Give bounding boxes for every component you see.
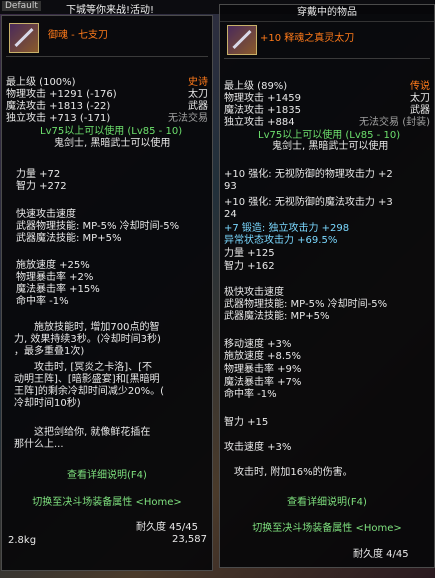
switch-duel-attributes-button[interactable]: 切换至决斗场装备属性 <Home> (2, 493, 212, 508)
stat-strength: 力量 +125 (224, 248, 275, 259)
magic-crit: 魔法暴击率 +7% (224, 377, 302, 388)
stat-strength: 力量 +72 (16, 169, 61, 180)
event-message: 下城等你来战!活动! (66, 5, 155, 16)
divider (224, 58, 430, 59)
item-name: +10 释魂之真灵太刀 (260, 33, 355, 44)
switch-duel-attributes-button[interactable]: 切换至决斗场装备属性 <Home> (220, 519, 434, 534)
stat-row-label: 独立攻击 +713 (-171) (6, 113, 111, 124)
durability: 耐久度 4/45 (353, 549, 409, 560)
stat-intelligence: 智力 +272 (16, 181, 67, 192)
flavor-text: 这把剑给你, 就像鲜花插在 (34, 427, 151, 438)
effect-line: 攻击时, 附加16%的伤害。 (234, 467, 353, 478)
compare-item-tooltip: 御魂 - 七支刀 最上级 (100%) 史诗物理攻击 +1291 (-176) 太刀… (1, 15, 213, 571)
job-requirement: 鬼剑士, 黑暗武士可以使用 (54, 138, 171, 149)
durability: 耐久度 45/45 (136, 522, 198, 533)
hit-rate: 命中率 -1% (224, 389, 277, 400)
cast-speed: 施放速度 +25% (16, 260, 90, 271)
effect-line: 攻击时, [冥炎之卡洛]、[不 (34, 362, 153, 373)
job-requirement: 鬼剑士, 黑暗武士可以使用 (272, 141, 389, 152)
item-name: 御魂 - 七支刀 (48, 30, 108, 41)
effect-line: 王阵]的剩余冷却时间减少20%。( (14, 386, 165, 397)
stat-row-label: 最上级 (89%) (224, 81, 288, 92)
stat-row-label: 物理攻击 +1291 (-176) (6, 89, 117, 100)
forge-bonus: +7 锻造: 独立攻击力 +298 (224, 223, 350, 234)
weapon-magic-skill: 武器魔法技能: MP+5% (224, 311, 330, 322)
flavor-text: 那什么上... (14, 439, 64, 450)
weapon-physical-skill: 武器物理技能: MP-5% 冷却时间-5% (16, 221, 180, 232)
channel-tag: Default (2, 1, 41, 11)
abnormal-status-attack: 异常状态攻击力 +69.5% (224, 235, 338, 246)
view-details-button[interactable]: 查看详细说明(F4) (220, 493, 434, 508)
divider (6, 56, 208, 57)
weapon-physical-skill: 武器物理技能: MP-5% 冷却时间-5% (224, 299, 388, 310)
stat-row-value: 武器 (188, 101, 208, 112)
bonus-intelligence: 智力 +15 (224, 417, 269, 428)
effect-line: 冷却时间10秒) (14, 398, 81, 409)
effect-line: 施放技能时, 增加700点的智 (34, 322, 160, 333)
weight: 2.8kg (8, 535, 37, 546)
physical-crit: 物理暴击率 +9% (224, 364, 302, 375)
effect-line: 动明王阵]、[暗影盛宴]和[黑暗明 (14, 374, 160, 385)
stat-row-label: 魔法攻击 +1813 (-22) (6, 101, 111, 112)
hit-rate: 命中率 -1% (16, 296, 69, 307)
weapon-magic-skill: 武器魔法技能: MP+5% (16, 233, 122, 244)
stat-row-label: 物理攻击 +1459 (224, 93, 302, 104)
stat-row-value: 传说 (410, 81, 430, 92)
cast-speed: 施放速度 +8.5% (224, 351, 301, 362)
level-requirement: Lv75以上可以使用 (Lv85 - 10) (40, 126, 183, 137)
stat-row-value: 武器 (410, 105, 430, 116)
stat-row-value: 太刀 (410, 93, 430, 104)
enhance-magic-cont: 24 (224, 209, 237, 220)
stat-row-value: 太刀 (188, 89, 208, 100)
stat-row-label: 魔法攻击 +1835 (224, 105, 302, 116)
effect-line: 力, 效果持续3秒。(冷却时间3秒) (14, 334, 161, 345)
enhance-physical-cont: 93 (224, 181, 237, 192)
magic-crit: 魔法暴击率 +15% (16, 284, 100, 295)
attack-speed-type: 快速攻击速度 (16, 209, 76, 220)
stat-row-label: 独立攻击 +884 (224, 117, 295, 128)
effect-line: ，最多重叠1次) (14, 346, 85, 357)
equipped-header: 穿戴中的物品 (220, 5, 434, 22)
sword-icon (227, 25, 257, 55)
physical-crit: 物理暴击率 +2% (16, 272, 94, 283)
sword-icon (9, 23, 39, 53)
enhance-magic: +10 强化: 无视防御的魔法攻击力 +3 (224, 197, 393, 208)
equipped-item-tooltip: 穿戴中的物品 +10 释魂之真灵太刀 最上级 (89%) 传说物理攻击 +1459… (219, 4, 435, 568)
stat-row-value: 无法交易 (168, 113, 208, 124)
stat-row-value: 无法交易 (封装) (359, 117, 430, 128)
stat-row-label: 最上级 (100%) (6, 77, 76, 88)
enhance-physical: +10 强化: 无视防御的物理攻击力 +2 (224, 169, 393, 180)
stat-row-value: 史诗 (188, 77, 208, 88)
move-speed: 移动速度 +3% (224, 339, 292, 350)
view-details-button[interactable]: 查看详细说明(F4) (2, 466, 212, 481)
stat-intelligence: 智力 +162 (224, 261, 275, 272)
level-requirement: Lv75以上可以使用 (Lv85 - 10) (258, 130, 401, 141)
attack-speed-type: 极快攻击速度 (224, 287, 284, 298)
price: 23,587 (172, 534, 207, 545)
bonus-attack-speed: 攻击速度 +3% (224, 442, 292, 453)
